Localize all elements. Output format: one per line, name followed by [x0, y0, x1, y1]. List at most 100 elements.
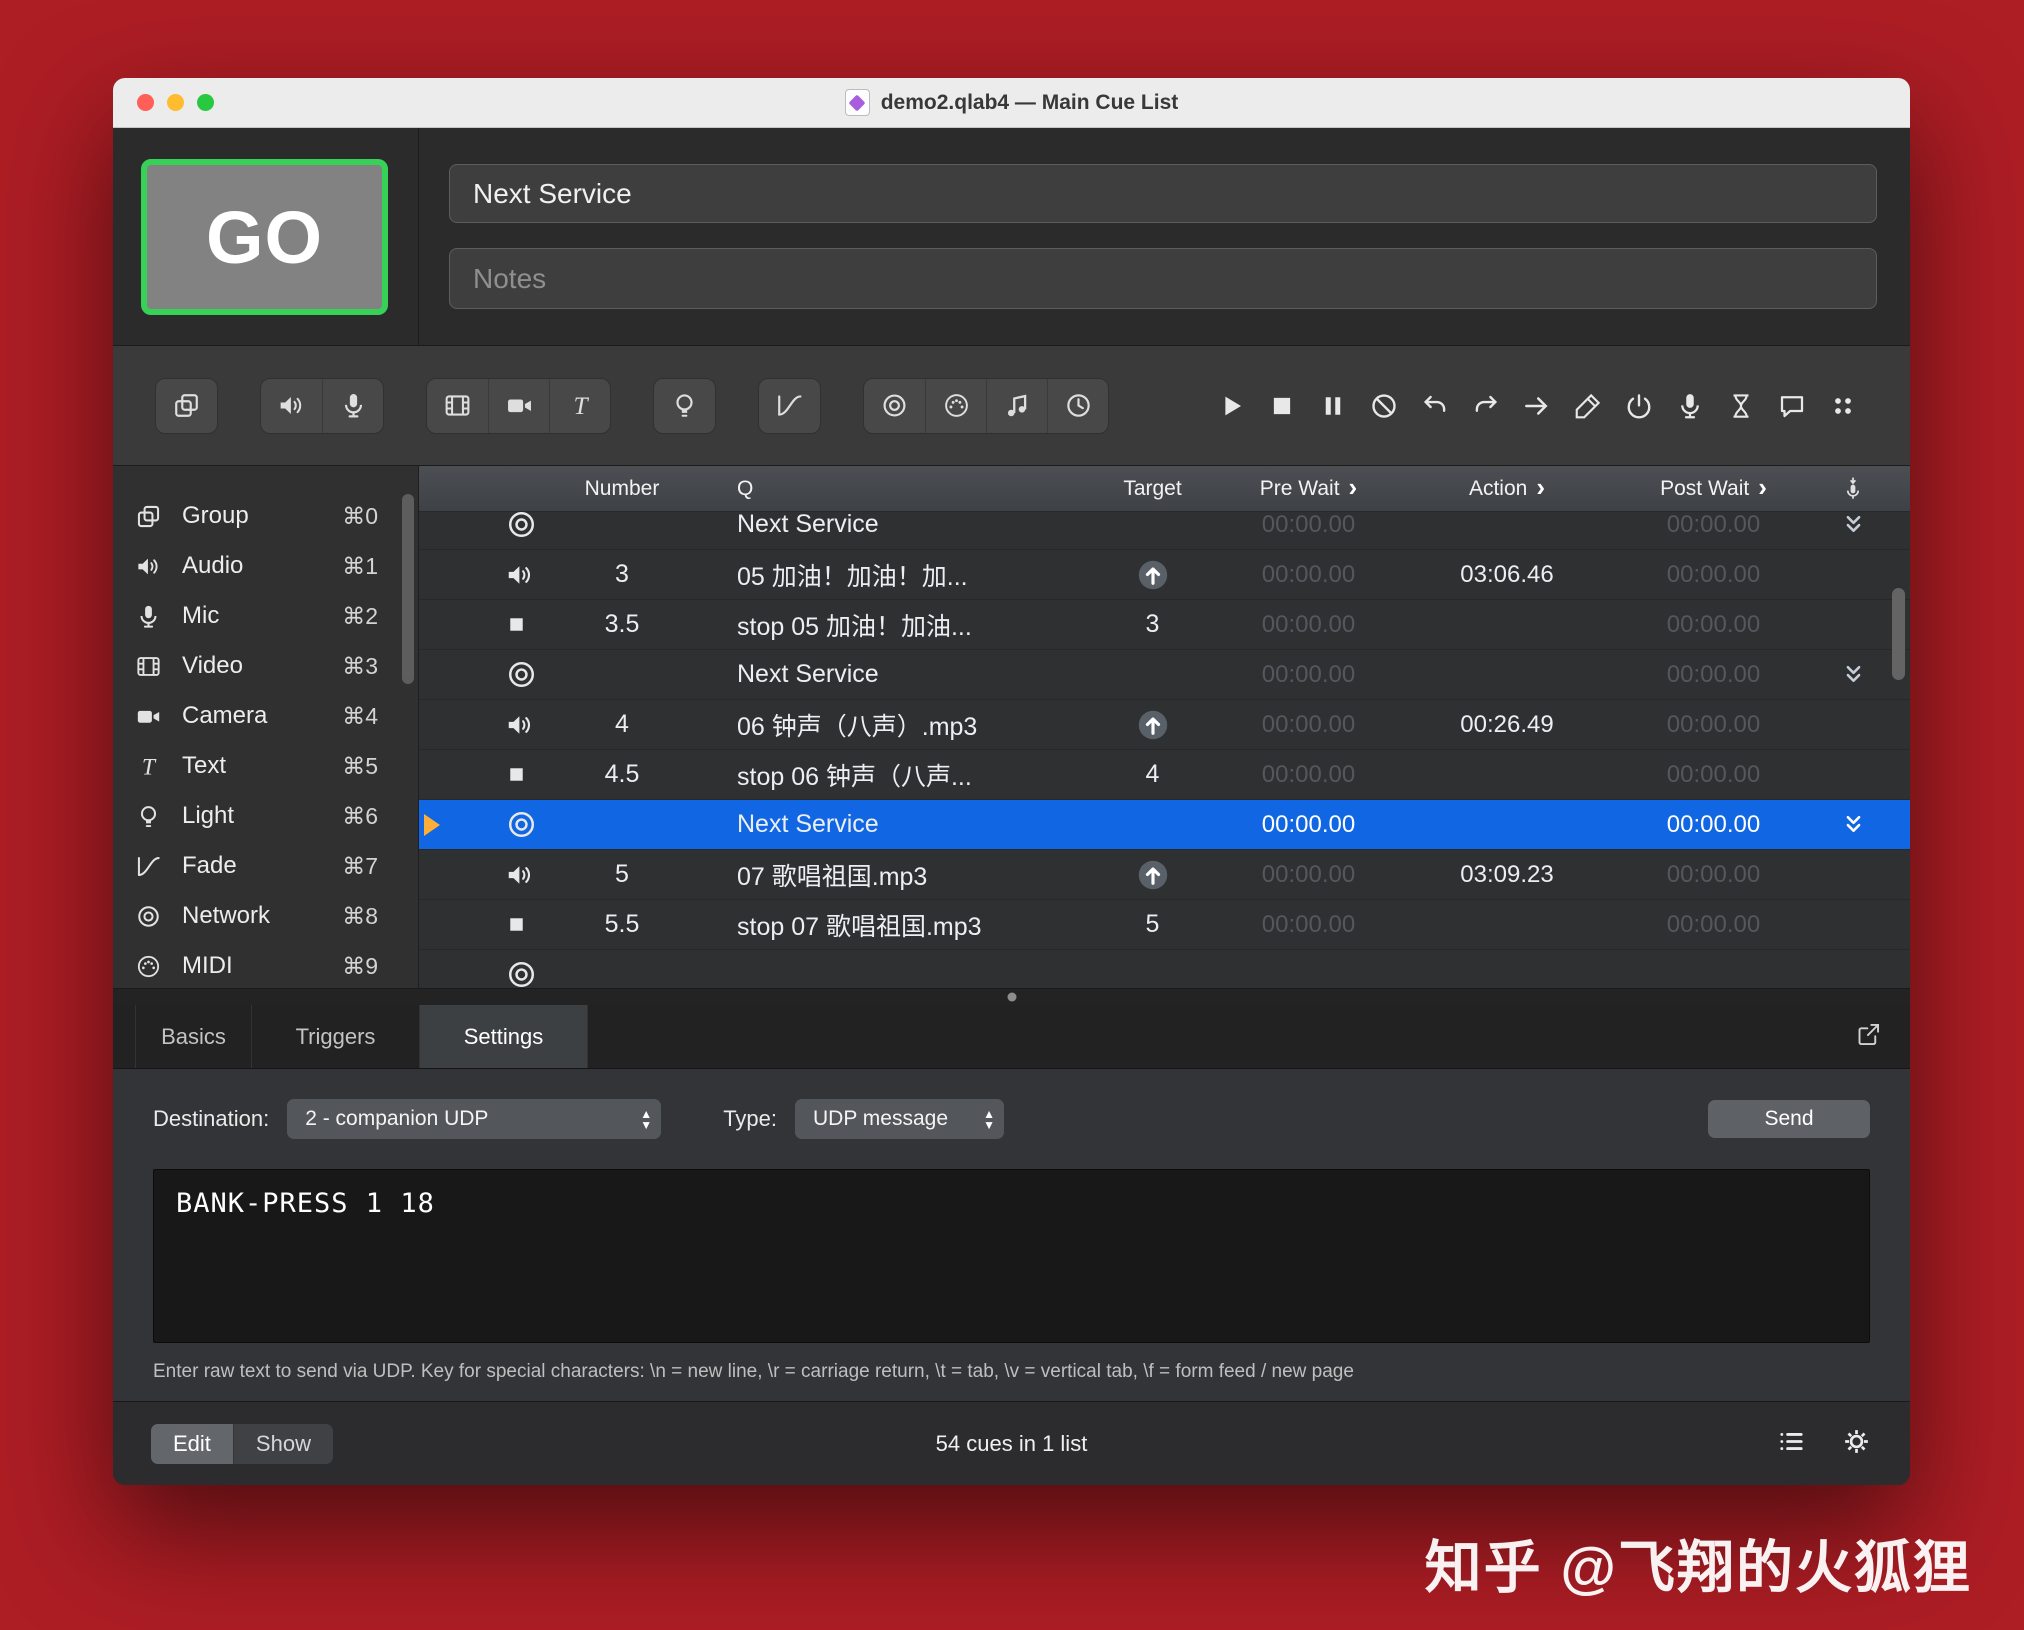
cue-prewait-cell: 00:00.00	[1210, 761, 1407, 789]
go-button[interactable]: GO	[141, 159, 388, 315]
autocontinue-icon	[1820, 512, 1886, 538]
tab-triggers[interactable]: Triggers	[252, 1005, 420, 1068]
udp-help-text: Enter raw text to send via UDP. Key for …	[113, 1343, 1910, 1401]
note-cue-button[interactable]	[986, 379, 1047, 433]
transport-icons	[1205, 379, 1868, 433]
cue-row[interactable]	[419, 950, 1910, 988]
send-button[interactable]: Send	[1708, 1100, 1870, 1138]
close-button[interactable]	[137, 94, 154, 111]
sidebar-item-group[interactable]: Group ⌘0	[113, 491, 418, 541]
cue-table-scrollbar[interactable]	[1892, 588, 1905, 680]
popout-inspector-icon[interactable]	[1855, 1021, 1882, 1053]
document-icon	[845, 89, 870, 116]
slash-icon[interactable]	[1358, 379, 1409, 433]
cue-type-icon	[419, 763, 569, 786]
hourglass-icon[interactable]	[1715, 379, 1766, 433]
cue-name-cell: Next Service	[675, 660, 1095, 689]
cue-row[interactable]: 5 07 歌唱祖国.mp3 00:00.00 03:09.23 00:00.00	[419, 850, 1910, 900]
fade-cue-button[interactable]	[759, 379, 820, 433]
target-cue-button[interactable]	[864, 379, 925, 433]
bulb-cue-button[interactable]	[654, 379, 715, 433]
cue-lists-icon[interactable]	[1776, 1426, 1807, 1462]
brush-icon[interactable]	[1562, 379, 1613, 433]
cue-row[interactable]: 5.5 stop 07 歌唱祖国.mp3 5 00:00.00 00:00.00	[419, 900, 1910, 950]
mic-down-icon[interactable]	[1820, 466, 1886, 511]
cue-name-cell: Next Service	[675, 512, 1095, 539]
cue-row[interactable]: 3 05 加油！加油！加... 00:00.00 03:06.46 00:00.…	[419, 550, 1910, 600]
cue-prewait-cell: 00:00.00	[1210, 711, 1407, 739]
sidebar-item-network[interactable]: Network ⌘8	[113, 891, 418, 941]
undo-icon[interactable]	[1409, 379, 1460, 433]
sidebar-item-text[interactable]: Text ⌘5	[113, 741, 418, 791]
sidebar-item-camera[interactable]: Camera ⌘4	[113, 691, 418, 741]
zoom-button[interactable]	[197, 94, 214, 111]
sidebar-item-light[interactable]: Light ⌘6	[113, 791, 418, 841]
arrow-icon[interactable]	[1511, 379, 1562, 433]
clock-cue-button[interactable]	[1047, 379, 1108, 433]
cue-type-icon	[419, 958, 569, 988]
current-cue-name-field[interactable]: Next Service	[449, 164, 1877, 223]
sidebar-item-fade[interactable]: Fade ⌘7	[113, 841, 418, 891]
minimize-button[interactable]	[167, 94, 184, 111]
cue-type-icon	[419, 808, 569, 841]
show-mode-button[interactable]: Show	[233, 1424, 333, 1464]
chat-icon[interactable]	[1766, 379, 1817, 433]
pause-icon[interactable]	[1307, 379, 1358, 433]
workspace-settings-gear-icon[interactable]	[1841, 1426, 1872, 1462]
camera-cue-button[interactable]	[488, 379, 549, 433]
fade-icon	[135, 853, 162, 880]
destination-dropdown[interactable]: 2 - companion UDP ▲▼	[287, 1099, 661, 1139]
tab-settings[interactable]: Settings	[420, 1005, 588, 1068]
action-column-header[interactable]: Action›	[1407, 466, 1607, 511]
cue-row[interactable]: Next Service 00:00.00 00:00.00	[419, 512, 1910, 550]
sidebar-item-label: Fade	[182, 852, 237, 880]
notes-field[interactable]: Notes	[449, 248, 1877, 309]
mic-icon[interactable]	[1664, 379, 1715, 433]
number-column-header[interactable]: Number	[569, 466, 675, 511]
sidebar-item-shortcut: ⌘4	[342, 703, 378, 730]
sidebar-item-label: Audio	[182, 552, 243, 580]
sidebar-item-video[interactable]: Video ⌘3	[113, 641, 418, 691]
cue-prewait-cell: 00:00.00	[1210, 661, 1407, 689]
cue-palette-sidebar: Group ⌘0 Audio ⌘1 Mic ⌘2 Video ⌘3 Camera…	[113, 466, 419, 988]
speaker-cue-button[interactable]	[261, 379, 322, 433]
cue-type-icon	[419, 710, 569, 740]
text-cue-button[interactable]	[549, 379, 610, 433]
edit-mode-button[interactable]: Edit	[151, 1424, 233, 1464]
cue-row[interactable]: 3.5 stop 05 加油！加油... 3 00:00.00 00:00.00	[419, 600, 1910, 650]
chevron-right-icon: ›	[1758, 474, 1767, 500]
mic-cue-button[interactable]	[322, 379, 383, 433]
sidebar-item-shortcut: ⌘5	[342, 753, 378, 780]
midi-cue-button[interactable]	[925, 379, 986, 433]
cue-target-cell: 5	[1095, 910, 1210, 939]
udp-message-textarea[interactable]: BANK-PRESS 1 18	[153, 1169, 1870, 1343]
power-icon[interactable]	[1613, 379, 1664, 433]
sidebar-item-midi[interactable]: MIDI ⌘9	[113, 941, 418, 988]
cue-action-cell: 03:06.46	[1407, 561, 1607, 589]
prewait-column-header[interactable]: Pre Wait›	[1210, 466, 1407, 511]
film-cue-button[interactable]	[427, 379, 488, 433]
target-column-header[interactable]: Target	[1095, 466, 1210, 511]
grid-icon[interactable]	[1817, 379, 1868, 433]
cue-row[interactable]: 4 06 钟声（八声）.mp3 00:00.00 00:26.49 00:00.…	[419, 700, 1910, 750]
q-column-header[interactable]: Q	[675, 466, 1095, 511]
stop-icon[interactable]	[1256, 379, 1307, 433]
postwait-column-header[interactable]: Post Wait›	[1607, 466, 1820, 511]
play-icon[interactable]	[1205, 379, 1256, 433]
type-dropdown[interactable]: UDP message ▲▼	[795, 1099, 1004, 1139]
cue-row[interactable]: Next Service 00:00.00 00:00.00	[419, 800, 1910, 850]
cue-row[interactable]: 4.5 stop 06 钟声（八声... 4 00:00.00 00:00.00	[419, 750, 1910, 800]
sidebar-scrollbar[interactable]	[402, 494, 414, 684]
sidebar-item-mic[interactable]: Mic ⌘2	[113, 591, 418, 641]
cue-target-cell: 4	[1095, 760, 1210, 789]
cue-row[interactable]: Next Service 00:00.00 00:00.00	[419, 650, 1910, 700]
tab-basics[interactable]: Basics	[135, 1005, 252, 1068]
toolbar-group	[155, 378, 218, 434]
copy-cue-button[interactable]	[156, 379, 217, 433]
target-up-arrow-icon	[1095, 707, 1210, 743]
sidebar-item-audio[interactable]: Audio ⌘1	[113, 541, 418, 591]
redo-icon[interactable]	[1460, 379, 1511, 433]
network-cue-icon	[505, 958, 538, 988]
network-cue-icon	[505, 808, 538, 841]
watermark: 知乎 @飞翔的火狐狸	[1425, 1522, 1972, 1604]
